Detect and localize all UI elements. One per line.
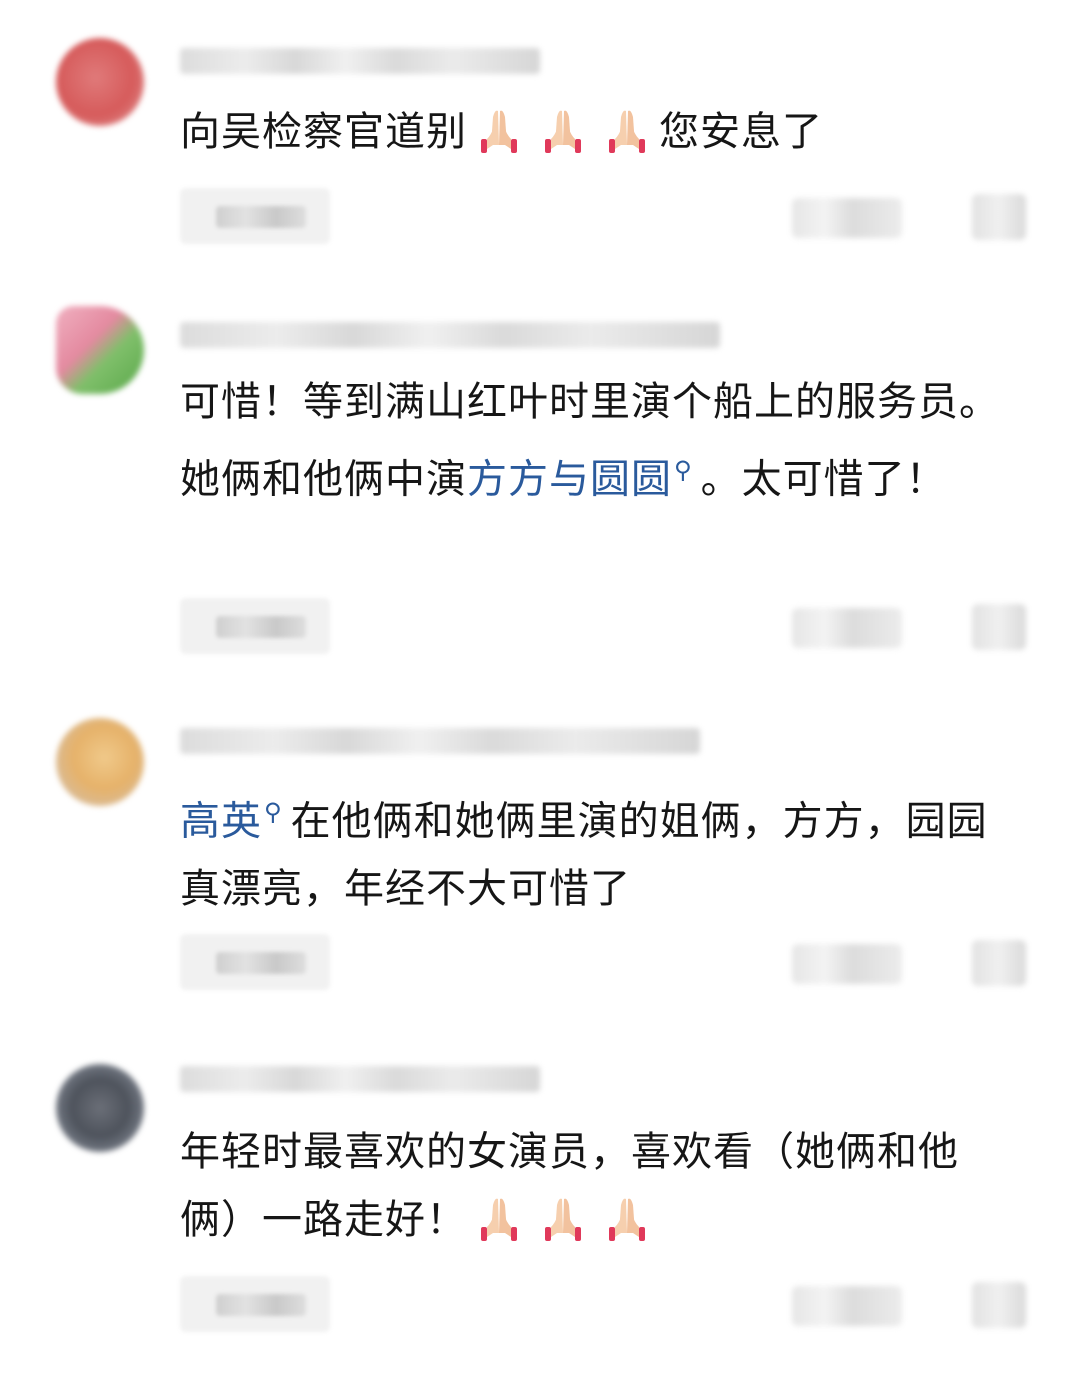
like-button[interactable] bbox=[792, 198, 902, 238]
comment-action-bar bbox=[180, 598, 1040, 654]
comment-action-bar bbox=[180, 188, 1040, 244]
comment-text-part: 。太可惜了！ bbox=[700, 456, 947, 503]
comment-action-bar bbox=[180, 934, 1040, 990]
avatar[interactable] bbox=[56, 718, 144, 806]
username-blurred[interactable] bbox=[180, 48, 540, 74]
reply-button[interactable] bbox=[180, 934, 330, 990]
like-button[interactable] bbox=[792, 608, 902, 648]
pray-emoji-icon bbox=[471, 99, 527, 155]
reply-button[interactable] bbox=[180, 1276, 330, 1332]
pray-emoji-icon bbox=[471, 1187, 527, 1243]
avatar[interactable] bbox=[56, 306, 144, 394]
comment-text-part: 您安息了 bbox=[659, 109, 823, 155]
username-blurred[interactable] bbox=[180, 1066, 540, 1092]
more-button[interactable] bbox=[972, 194, 1026, 240]
comment-text-part: 在他俩和她俩里演的姐俩，方方，园园真漂亮，年经不大可惜了 bbox=[180, 798, 988, 913]
comment-text: 年轻时最喜欢的女演员，喜欢看（她俩和他俩）一路走好！ bbox=[180, 1118, 1020, 1254]
more-button[interactable] bbox=[972, 1282, 1026, 1328]
search-link[interactable]: 高英 bbox=[180, 798, 262, 844]
search-icon[interactable]: ⚲ bbox=[674, 436, 693, 504]
avatar[interactable] bbox=[56, 38, 144, 126]
comment-action-bar bbox=[180, 1276, 1040, 1332]
like-button[interactable] bbox=[792, 1286, 902, 1326]
comment-text-part: 向吴检察官道别 bbox=[180, 109, 467, 155]
more-button[interactable] bbox=[972, 604, 1026, 650]
username-blurred[interactable] bbox=[180, 728, 700, 754]
more-button[interactable] bbox=[972, 940, 1026, 986]
pray-emoji-icon bbox=[599, 1187, 655, 1243]
comment-text: 高英⚲ 在他俩和她俩里演的姐俩，方方，园园真漂亮，年经不大可惜了 bbox=[180, 778, 1020, 923]
pray-emoji-icon bbox=[535, 1187, 591, 1243]
like-button[interactable] bbox=[792, 944, 902, 984]
comment-text: 向吴检察官道别 您安息了 bbox=[180, 98, 1020, 166]
username-blurred[interactable] bbox=[180, 322, 720, 348]
comment-text: 可惜！等到满山红叶时里演个船上的服务员。她俩和他俩中演方方与圆圆⚲ 。太可惜了！ bbox=[180, 368, 1020, 513]
reply-button[interactable] bbox=[180, 188, 330, 244]
search-icon[interactable]: ⚲ bbox=[264, 778, 283, 846]
avatar[interactable] bbox=[56, 1064, 144, 1152]
reply-button[interactable] bbox=[180, 598, 330, 654]
pray-emoji-icon bbox=[599, 99, 655, 155]
pray-emoji-icon bbox=[535, 99, 591, 155]
search-link[interactable]: 方方与圆圆 bbox=[467, 456, 672, 502]
